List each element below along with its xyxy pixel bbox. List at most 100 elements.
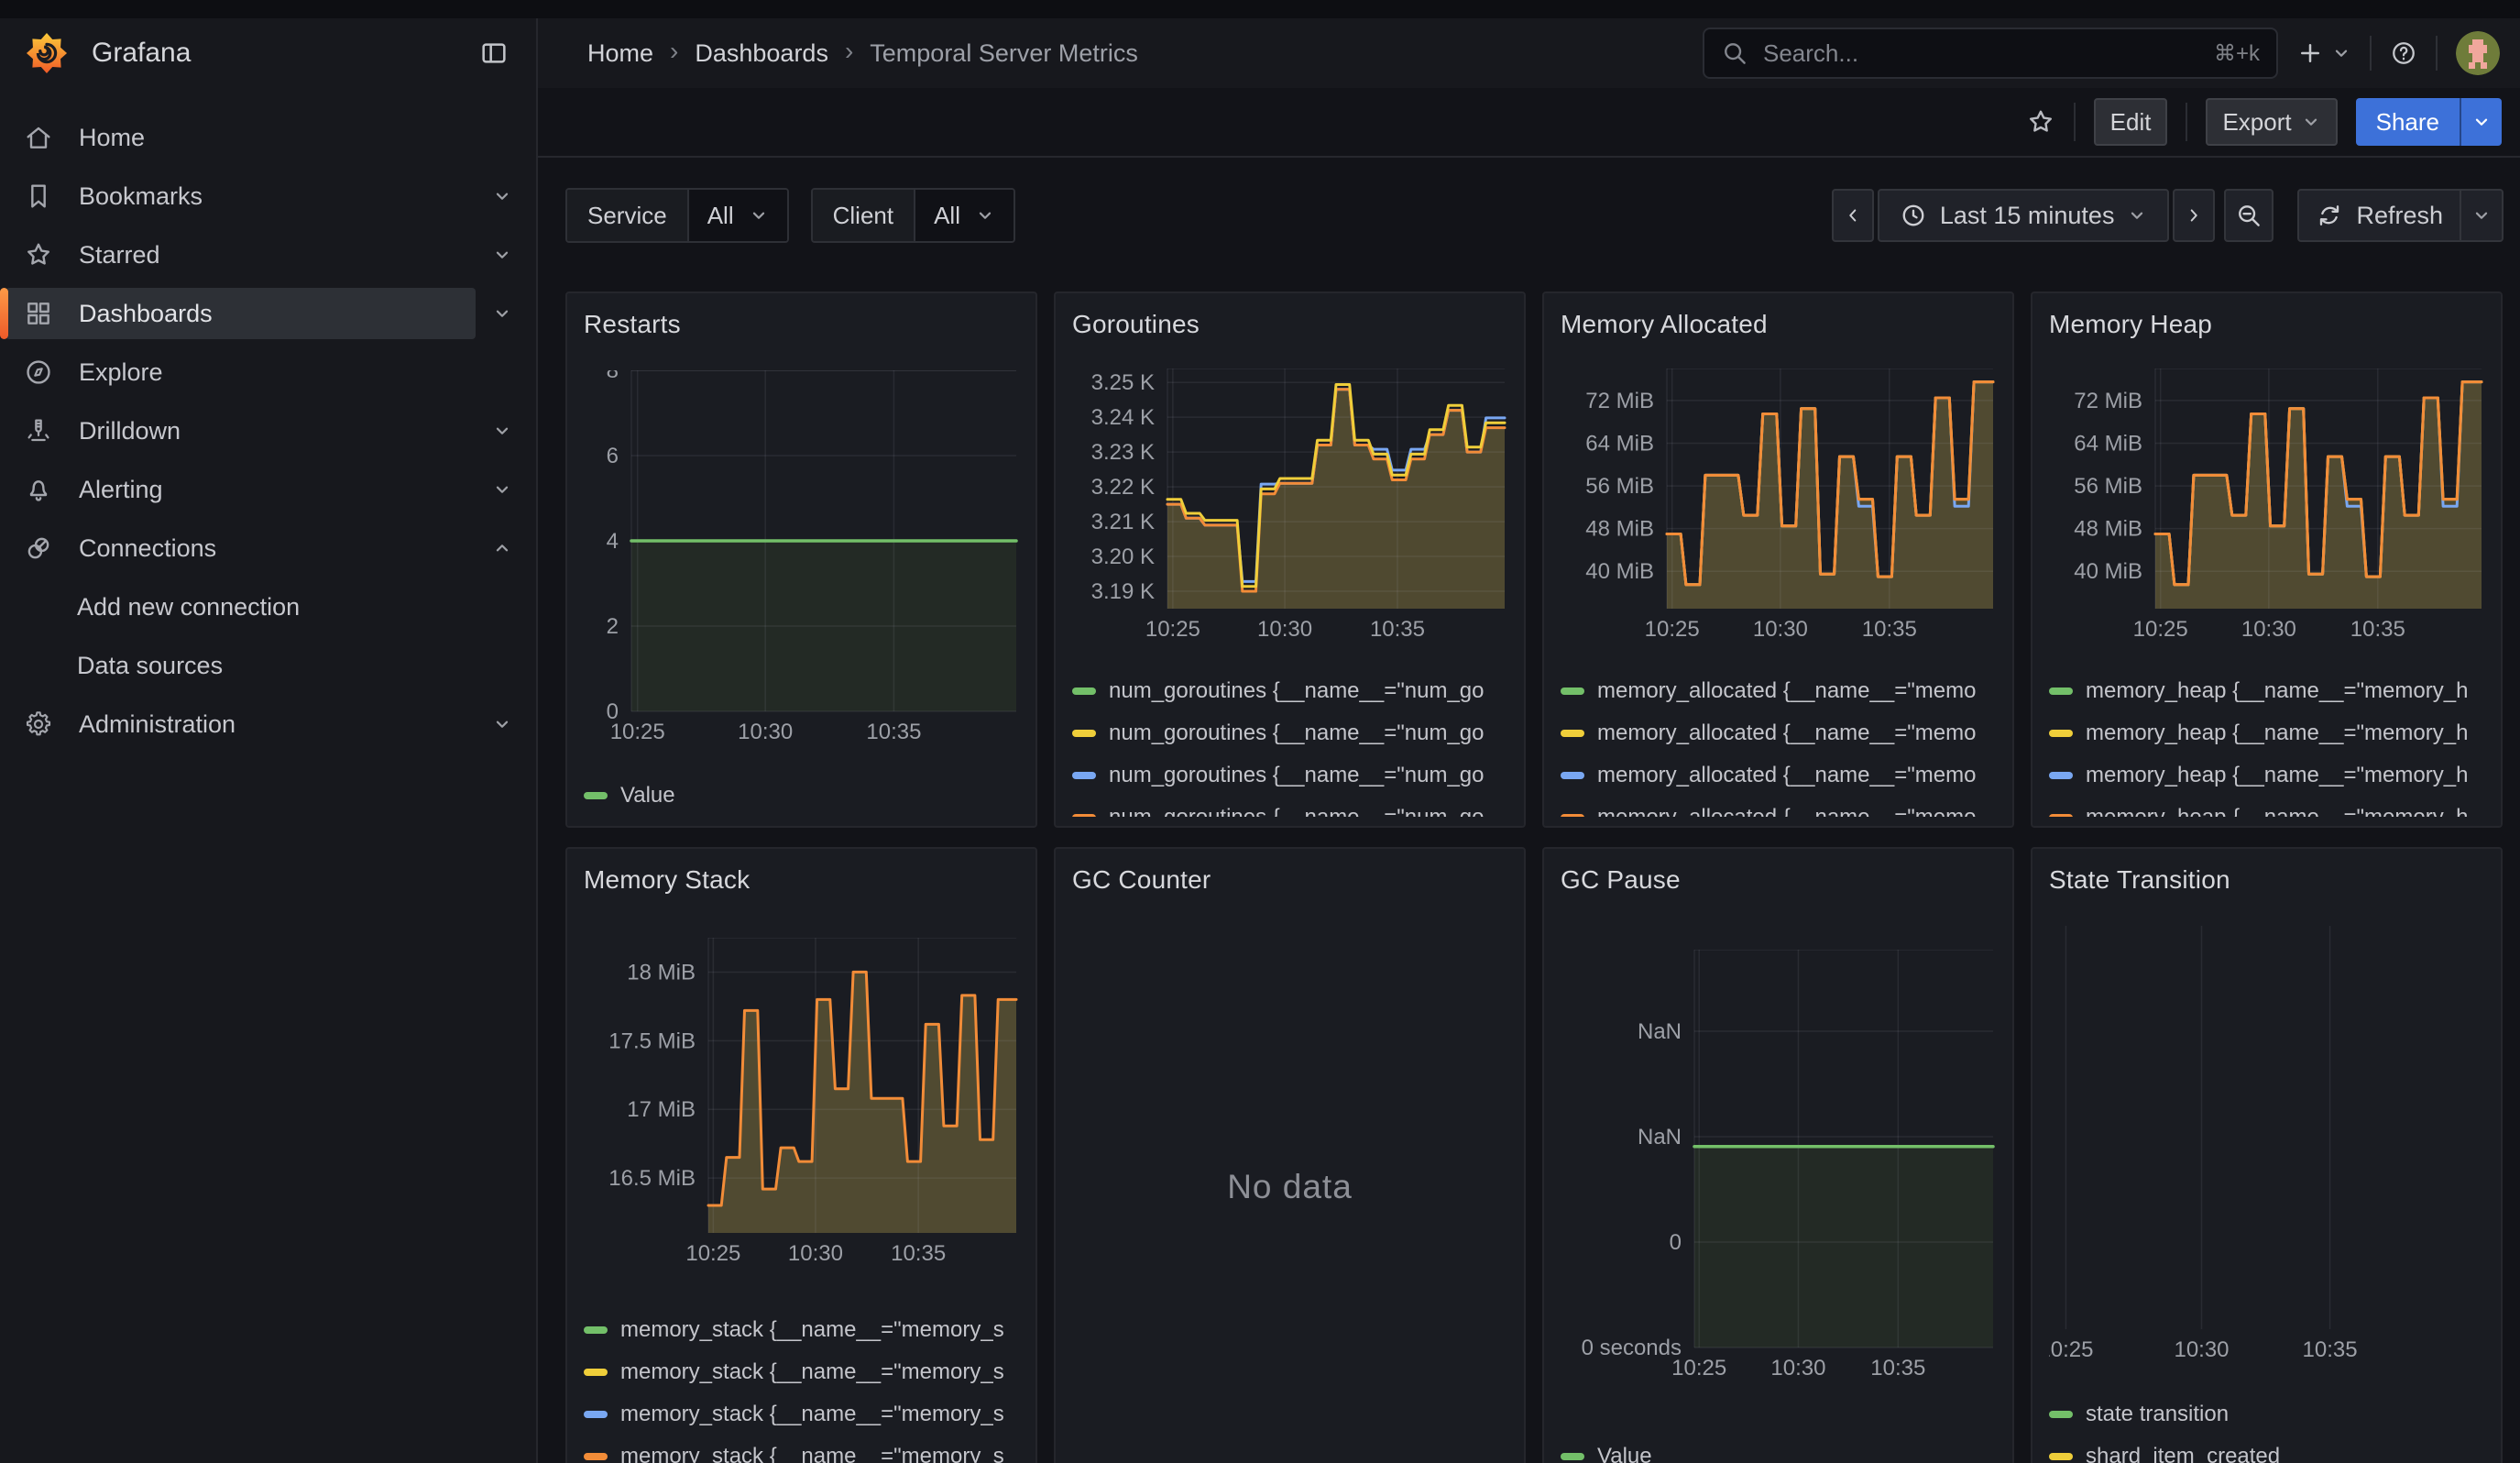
sidebar-toggle-icon[interactable] bbox=[479, 38, 509, 68]
panel-title[interactable]: Restarts bbox=[584, 304, 1019, 345]
help-button[interactable] bbox=[2390, 39, 2417, 67]
legend-item[interactable]: memory_stack {__name__="memory_s bbox=[584, 1309, 1019, 1351]
panel-chart[interactable]: 40 MiB48 MiB56 MiB64 MiB72 MiB10:2510:30… bbox=[2049, 345, 2484, 666]
time-range-picker[interactable]: Last 15 minutes bbox=[1878, 189, 2170, 242]
legend-item[interactable]: memory_allocated {__name__="memo bbox=[1561, 712, 1996, 754]
share-button[interactable]: Share bbox=[2356, 98, 2460, 146]
legend-item[interactable]: memory_allocated {__name__="memo bbox=[1561, 754, 1996, 797]
search-box[interactable]: ⌘+k bbox=[1703, 28, 2278, 79]
nav-left: Grafana bbox=[0, 32, 536, 74]
legend-item[interactable]: memory_heap {__name__="memory_h bbox=[2049, 712, 2484, 754]
chart-gc_pause[interactable]: 0 seconds0NaNNaN10:2510:3010:35 bbox=[1561, 950, 1996, 1382]
sidebar-item-alerting: Alerting bbox=[5, 464, 529, 515]
chart-goroutines[interactable]: 3.19 K3.20 K3.21 K3.22 K3.23 K3.24 K3.25… bbox=[1072, 368, 1507, 644]
time-back-button[interactable] bbox=[1832, 189, 1874, 242]
legend-swatch-green bbox=[1561, 1453, 1584, 1460]
panel-chart[interactable]: 0 seconds0NaNNaN10:2510:3010:35 bbox=[1561, 900, 1996, 1432]
panel-chart[interactable]: 40 MiB48 MiB56 MiB64 MiB72 MiB10:2510:30… bbox=[1561, 345, 1996, 666]
chart-memory_heap[interactable]: 40 MiB48 MiB56 MiB64 MiB72 MiB10:2510:30… bbox=[2049, 368, 2484, 644]
time-forward-button[interactable] bbox=[2173, 189, 2215, 242]
legend-item[interactable]: shard_item_created bbox=[2049, 1436, 2484, 1463]
legend-swatch-orange bbox=[1072, 814, 1096, 817]
svg-text:64 MiB: 64 MiB bbox=[1585, 431, 1654, 456]
svg-text:72 MiB: 72 MiB bbox=[1585, 388, 1654, 412]
chevron-up-icon[interactable] bbox=[476, 538, 529, 558]
panel-title[interactable]: Memory Heap bbox=[2049, 304, 2484, 345]
panel-legend: memory_stack {__name__="memory_s memory_… bbox=[584, 1305, 1019, 1463]
panel-chart[interactable]: 0246810:2510:3010:35 bbox=[584, 345, 1019, 771]
filter-value-dropdown[interactable]: All bbox=[914, 190, 1013, 241]
divider bbox=[2370, 36, 2372, 71]
panel-title[interactable]: State Transition bbox=[2049, 860, 2484, 900]
panel-title[interactable]: Memory Allocated bbox=[1561, 304, 1996, 345]
zoom-out-button[interactable] bbox=[2224, 189, 2273, 242]
refresh-icon bbox=[2316, 202, 2343, 229]
panel-title[interactable]: Goroutines bbox=[1072, 304, 1507, 345]
sidebar-divider bbox=[536, 18, 538, 1463]
svg-text:10:35: 10:35 bbox=[2303, 1337, 2358, 1362]
filter-row: Service All Client All Last 15 minutes R… bbox=[565, 188, 2504, 243]
filter-value-dropdown[interactable]: All bbox=[687, 190, 787, 241]
export-button[interactable]: Export bbox=[2206, 98, 2337, 146]
svg-text:10:35: 10:35 bbox=[866, 720, 921, 744]
legend-item[interactable]: num_goroutines {__name__="num_go bbox=[1072, 670, 1507, 712]
legend-item[interactable]: memory_heap {__name__="memory_h bbox=[2049, 754, 2484, 797]
breadcrumb-dashboards[interactable]: Dashboards bbox=[695, 39, 828, 68]
svg-text:0 seconds: 0 seconds bbox=[1582, 1336, 1682, 1360]
legend-item[interactable]: memory_stack {__name__="memory_s bbox=[584, 1351, 1019, 1393]
share-dropdown-button[interactable] bbox=[2460, 98, 2502, 146]
legend-item[interactable]: memory_stack {__name__="memory_s bbox=[584, 1436, 1019, 1463]
avatar[interactable] bbox=[2456, 31, 2500, 75]
search-input[interactable] bbox=[1761, 38, 2201, 69]
legend-item[interactable]: Value bbox=[1561, 1436, 1996, 1463]
sidebar-item-add-new-connection: Add new connection bbox=[5, 581, 529, 632]
service-filter[interactable]: Service All bbox=[565, 188, 789, 243]
star-icon bbox=[24, 240, 53, 270]
chart-restarts[interactable]: 0246810:2510:3010:35 bbox=[584, 370, 1019, 746]
chevron-down-icon[interactable] bbox=[476, 421, 529, 441]
legend-swatch-blue bbox=[1561, 772, 1584, 779]
chevron-down-icon[interactable] bbox=[476, 245, 529, 265]
panel-chart[interactable]: 16.5 MiB17 MiB17.5 MiB18 MiB10:2510:3010… bbox=[584, 900, 1019, 1305]
panel-title[interactable]: GC Counter bbox=[1072, 860, 1507, 900]
chart-memory_stack[interactable]: 16.5 MiB17 MiB17.5 MiB18 MiB10:2510:3010… bbox=[584, 938, 1019, 1268]
chevron-down-icon[interactable] bbox=[476, 186, 529, 206]
legend-item[interactable]: memory_allocated {__name__="memo bbox=[1561, 797, 1996, 817]
refresh-interval-dropdown[interactable] bbox=[2461, 189, 2504, 242]
sidebar-item-starred: Starred bbox=[5, 229, 529, 280]
svg-text:64 MiB: 64 MiB bbox=[2074, 431, 2142, 456]
app-title[interactable]: Grafana bbox=[92, 38, 191, 69]
sidebar-item-explore: Explore bbox=[5, 346, 529, 398]
svg-text:10:35: 10:35 bbox=[1370, 617, 1425, 642]
window-top-strip bbox=[0, 0, 2520, 18]
chevron-down-icon bbox=[2331, 43, 2351, 63]
legend-item[interactable]: num_goroutines {__name__="num_go bbox=[1072, 754, 1507, 797]
legend-swatch-yellow bbox=[1561, 730, 1584, 737]
chart-memory_allocated[interactable]: 40 MiB48 MiB56 MiB64 MiB72 MiB10:2510:30… bbox=[1561, 368, 1996, 644]
add-button[interactable] bbox=[2296, 39, 2351, 67]
legend-item[interactable]: memory_stack {__name__="memory_s bbox=[584, 1393, 1019, 1436]
grafana-logo[interactable] bbox=[26, 32, 68, 74]
panel-chart: No data bbox=[1072, 900, 1507, 1463]
favorite-star-icon[interactable] bbox=[2026, 107, 2055, 137]
legend-item[interactable]: memory_heap {__name__="memory_h bbox=[2049, 670, 2484, 712]
legend-item[interactable]: num_goroutines {__name__="num_go bbox=[1072, 712, 1507, 754]
legend-item[interactable]: Value bbox=[584, 775, 1019, 817]
panel-title[interactable]: GC Pause bbox=[1561, 860, 1996, 900]
legend-item[interactable]: num_goroutines {__name__="num_go bbox=[1072, 797, 1507, 817]
legend-item[interactable]: memory_allocated {__name__="memo bbox=[1561, 670, 1996, 712]
chevron-down-icon[interactable] bbox=[476, 714, 529, 734]
panel-chart[interactable]: 10:2510:3010:35 bbox=[2049, 900, 2484, 1390]
sidebar-item-drilldown: Drilldown bbox=[5, 405, 529, 456]
chevron-down-icon[interactable] bbox=[476, 479, 529, 500]
breadcrumb-home[interactable]: Home bbox=[587, 39, 653, 68]
panel-title[interactable]: Memory Stack bbox=[584, 860, 1019, 900]
chart-state_transition[interactable]: 10:2510:3010:35 bbox=[2049, 926, 2484, 1364]
panel-chart[interactable]: 3.19 K3.20 K3.21 K3.22 K3.23 K3.24 K3.25… bbox=[1072, 345, 1507, 666]
legend-item[interactable]: memory_heap {__name__="memory_h bbox=[2049, 797, 2484, 817]
legend-item[interactable]: state transition bbox=[2049, 1393, 2484, 1436]
client-filter[interactable]: Client All bbox=[811, 188, 1015, 243]
edit-button[interactable]: Edit bbox=[2094, 98, 2168, 146]
refresh-button[interactable]: Refresh bbox=[2297, 189, 2461, 242]
chevron-down-icon[interactable] bbox=[476, 303, 529, 324]
